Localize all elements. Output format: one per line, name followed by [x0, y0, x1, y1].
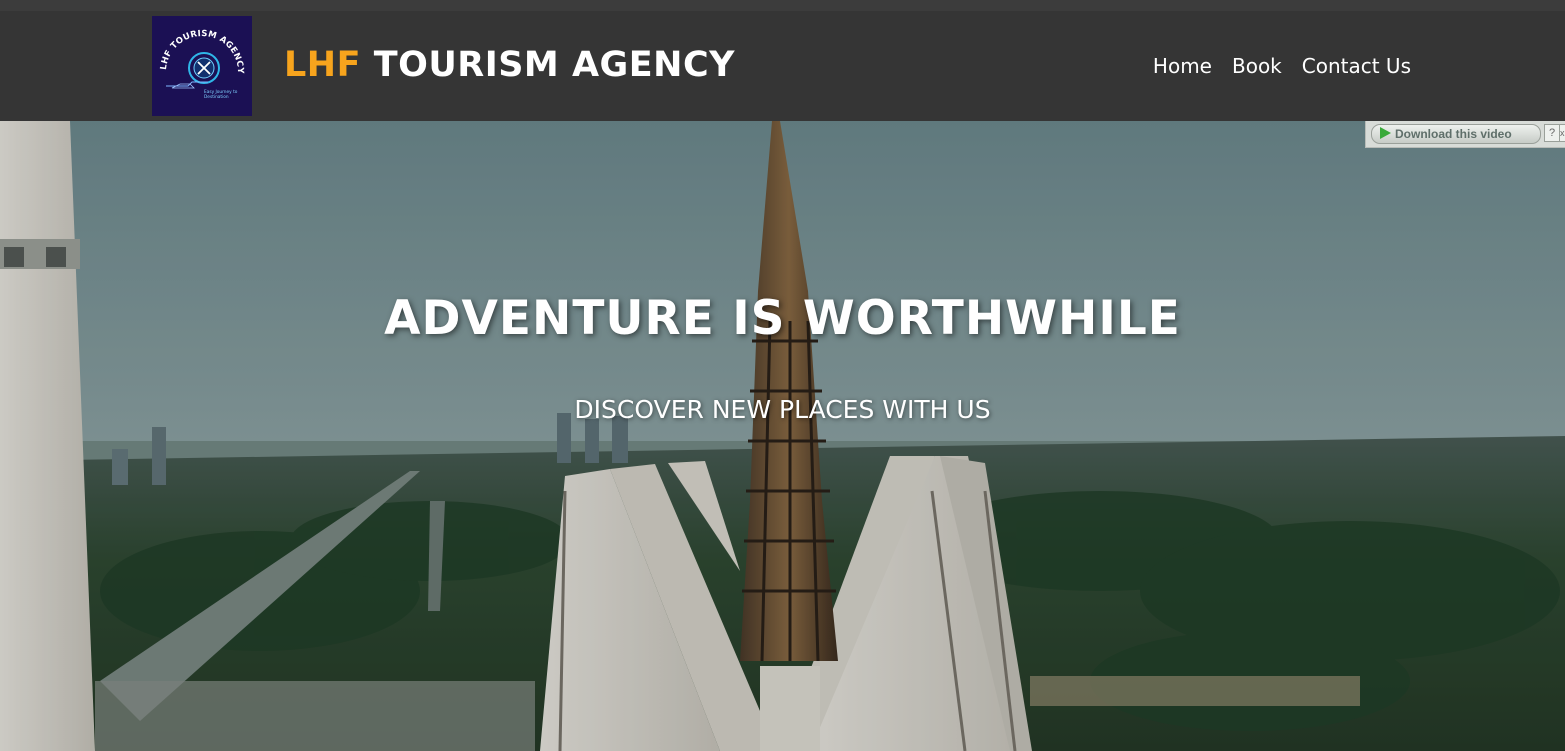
nav-contact-us[interactable]: Contact Us — [1302, 54, 1411, 78]
close-icon[interactable]: x — [1559, 124, 1565, 142]
nav-home[interactable]: Home — [1153, 54, 1212, 78]
brand-rest: TOURISM AGENCY — [361, 45, 735, 85]
download-video-bar: Download this video ? x — [1365, 121, 1565, 148]
site-header: LHF TOURISM AGENCY Easy Journey to Desti… — [0, 11, 1565, 121]
brand-title: LHF TOURISM AGENCY — [284, 45, 735, 85]
hero-title: ADVENTURE IS WORTHWHILE — [384, 291, 1181, 346]
logo-emblem-icon: LHF TOURISM AGENCY Easy Journey to Desti… — [152, 16, 252, 116]
nav-book[interactable]: Book — [1232, 54, 1282, 78]
hero-subtitle: DISCOVER NEW PLACES WITH US — [574, 395, 991, 424]
hero-video[interactable]: ADVENTURE IS WORTHWHILE DISCOVER NEW PLA… — [0, 121, 1565, 751]
brand-accent: LHF — [284, 45, 362, 85]
download-video-button[interactable]: Download this video — [1371, 124, 1541, 144]
help-icon[interactable]: ? — [1544, 124, 1560, 142]
hero-background-image — [0, 121, 1565, 751]
logo-tagline-2: Destination — [204, 94, 229, 100]
agency-logo[interactable]: LHF TOURISM AGENCY Easy Journey to Desti… — [152, 16, 252, 116]
main-nav: Home Book Contact Us — [1153, 54, 1411, 78]
download-label: Download this video — [1395, 127, 1512, 141]
play-icon — [1380, 127, 1391, 139]
